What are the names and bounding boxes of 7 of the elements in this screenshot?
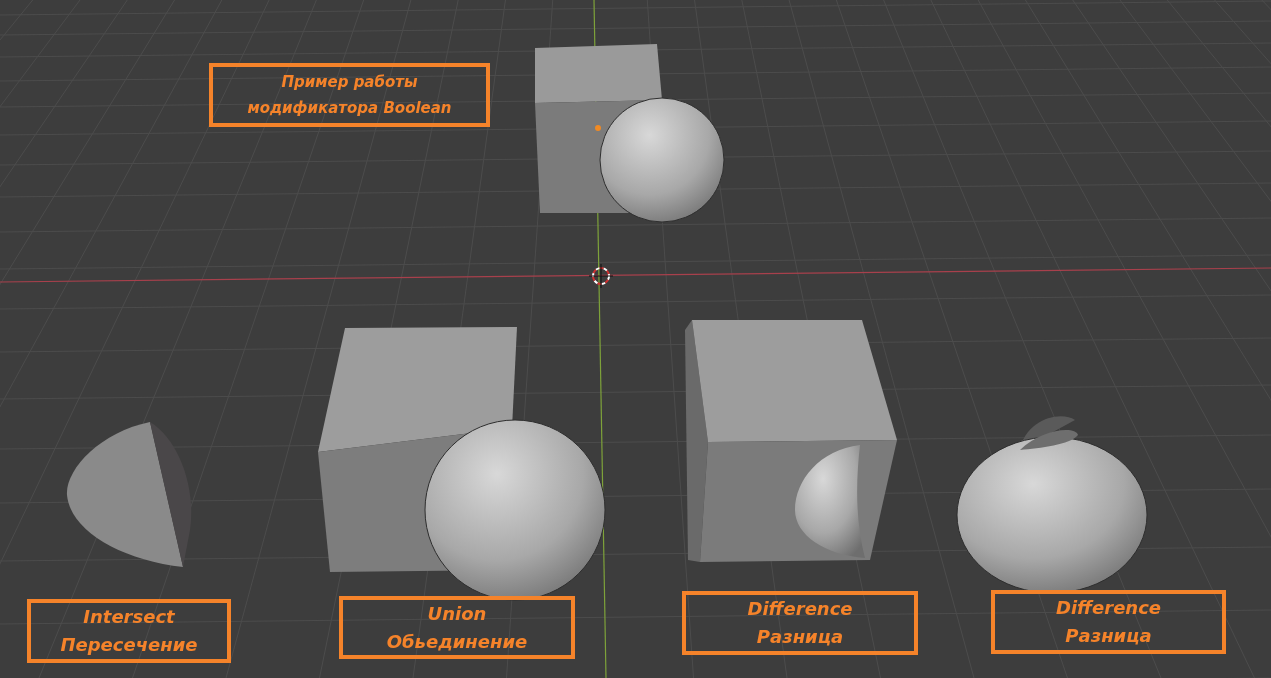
- annotation-text: Пример работы модификатора Boolean: [247, 72, 452, 119]
- 3d-cursor-icon: [588, 263, 614, 289]
- annotation-text: Intersect Пересечение: [60, 605, 198, 657]
- origin-dot: [595, 125, 601, 131]
- annotation-text: Difference Разница: [1055, 596, 1162, 648]
- annotation-text: Union Обьединение: [386, 601, 528, 654]
- annotation-text: Difference Разница: [747, 597, 853, 649]
